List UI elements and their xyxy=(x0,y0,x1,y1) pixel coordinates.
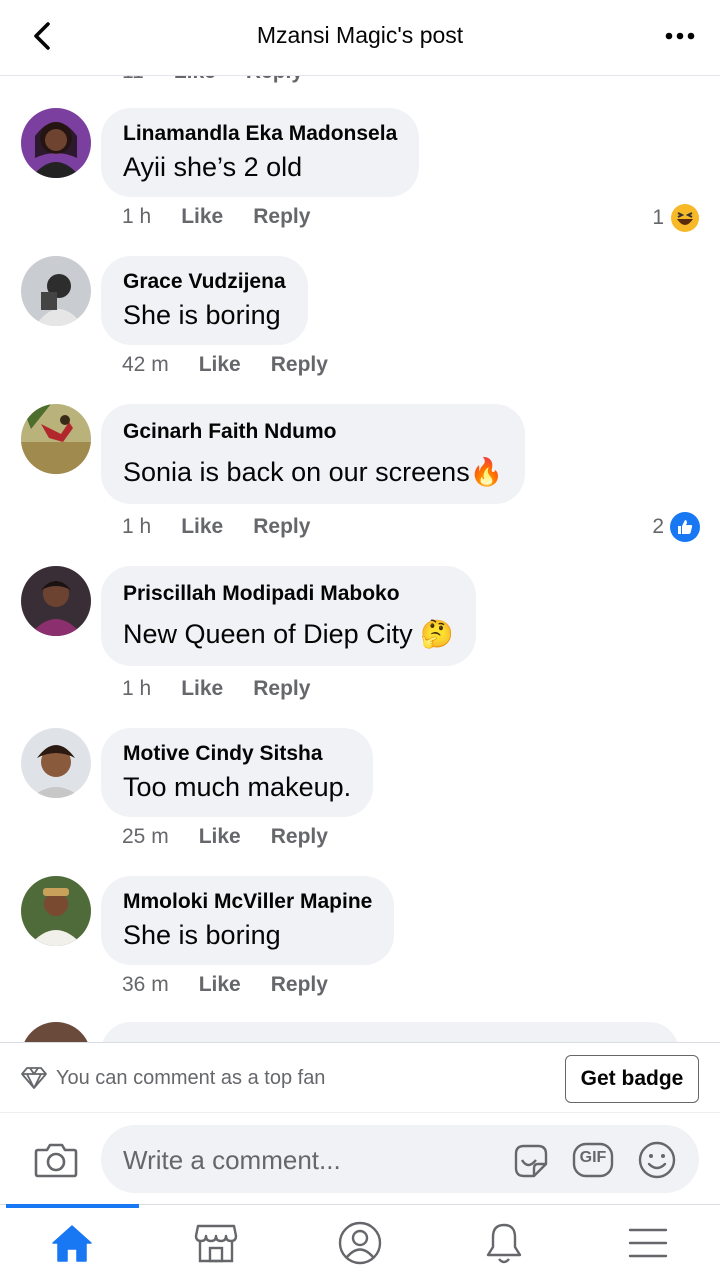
tab-marketplace[interactable] xyxy=(144,1205,288,1280)
comment-actions: 25 m Like Reply xyxy=(122,825,358,849)
smiley-icon xyxy=(638,1141,676,1179)
partial-comment-meta: 11 Like Reply xyxy=(122,76,303,84)
tab-home[interactable] xyxy=(0,1204,144,1280)
comment-actions: 42 m Like Reply xyxy=(122,353,358,377)
top-fan-text: You can comment as a top fan xyxy=(56,1067,326,1089)
reaction-count: 1 xyxy=(652,206,664,229)
avatar[interactable] xyxy=(21,566,91,636)
reply-button[interactable]: Reply xyxy=(271,353,328,377)
reply-button[interactable]: Reply xyxy=(253,515,310,539)
comment-bubble[interactable]: Linamandla Eka Madonsela Ayii she’s 2 ol… xyxy=(101,108,420,197)
tab-profile[interactable] xyxy=(288,1205,432,1280)
comment-text: She is boring xyxy=(123,300,281,330)
camera-icon xyxy=(34,1143,78,1178)
camera-button[interactable] xyxy=(32,1135,80,1183)
avatar[interactable] xyxy=(21,256,91,326)
avatar[interactable] xyxy=(21,876,91,946)
like-button[interactable]: Like xyxy=(181,677,223,701)
comment-actions: 1 h Like Reply xyxy=(122,677,340,701)
avatar[interactable] xyxy=(21,728,91,798)
gif-label: GIF xyxy=(579,1149,607,1166)
diamond-icon xyxy=(21,1067,47,1089)
comment-bubble[interactable]: Priscillah Modipadi Maboko New Queen of … xyxy=(101,566,476,666)
comment-text: Sonia is back on our screens🔥 xyxy=(123,457,504,487)
comment-time: 1 h xyxy=(122,677,152,700)
comment-time: 1 h xyxy=(122,205,152,228)
reaction-summary[interactable]: 1 xyxy=(652,203,700,233)
reply-button[interactable]: Reply xyxy=(271,825,328,849)
like-button[interactable]: Like xyxy=(174,76,216,84)
reply-button[interactable]: Reply xyxy=(253,205,310,229)
reply-button[interactable]: Reply xyxy=(271,973,328,997)
like-thumbs-up-icon xyxy=(670,512,700,542)
like-button[interactable]: Like xyxy=(199,353,241,377)
comment-composer: Write a comment... GIF xyxy=(0,1112,720,1204)
comment-text: Too much makeup. xyxy=(123,772,352,802)
comment-bubble[interactable]: Grace Vudzijena She is boring xyxy=(101,256,308,345)
comment-text: She is boring xyxy=(123,920,281,950)
comment-time: 36 m xyxy=(122,973,169,996)
comment-actions: 1 h Like Reply xyxy=(122,205,340,229)
home-icon xyxy=(52,1225,92,1262)
like-button[interactable]: Like xyxy=(181,205,223,229)
comment-time: 42 m xyxy=(122,353,169,376)
emoji-button[interactable] xyxy=(636,1139,678,1181)
get-badge-button[interactable]: Get badge xyxy=(565,1055,699,1103)
comment-author[interactable]: Priscillah Modipadi Maboko xyxy=(123,582,454,606)
top-bar: Mzansi Magic's post xyxy=(0,0,720,76)
avatar[interactable] xyxy=(21,108,91,178)
comment-time: 1 h xyxy=(122,515,152,538)
comment-bubble[interactable]: Gcinarh Faith Ndumo Sonia is back on our… xyxy=(101,404,526,504)
comment-author[interactable]: Mmoloki McViller Mapine xyxy=(123,890,372,914)
more-options-button[interactable] xyxy=(658,18,702,54)
like-button[interactable]: Like xyxy=(181,515,223,539)
more-horizontal-icon xyxy=(665,32,695,40)
comment-actions: 1 h Like Reply xyxy=(122,515,340,539)
like-button[interactable]: Like xyxy=(199,973,241,997)
marketplace-icon xyxy=(194,1224,238,1263)
avatar[interactable] xyxy=(21,404,91,474)
sticker-icon xyxy=(514,1144,548,1178)
comment-time: 11 xyxy=(122,76,144,84)
tab-notifications[interactable] xyxy=(432,1205,576,1280)
reply-button[interactable]: Reply xyxy=(246,76,303,84)
notifications-bell-icon xyxy=(486,1223,522,1264)
comment-author[interactable]: Gcinarh Faith Ndumo xyxy=(123,420,503,444)
comment-input-placeholder: Write a comment... xyxy=(123,1145,341,1175)
profile-icon xyxy=(338,1221,382,1265)
comment-bubble[interactable]: Motive Cindy Sitsha Too much makeup. xyxy=(101,728,374,817)
comment-input[interactable]: Write a comment... GIF xyxy=(101,1125,699,1193)
gif-button[interactable]: GIF xyxy=(572,1139,614,1181)
comment-text: Ayii she’s 2 old xyxy=(123,152,303,182)
reaction-count: 2 xyxy=(652,515,664,538)
page-title: Mzansi Magic's post xyxy=(256,22,464,48)
tab-menu[interactable] xyxy=(576,1205,720,1280)
sticker-button[interactable] xyxy=(509,1139,551,1181)
bottom-tab-bar xyxy=(0,1204,720,1280)
reaction-summary[interactable]: 2 xyxy=(652,512,700,542)
comment-author[interactable]: Grace Vudzijena xyxy=(123,270,286,294)
comment-bubble[interactable]: Mmoloki McViller Mapine She is boring xyxy=(101,876,395,965)
comment-author[interactable]: Linamandla Eka Madonsela xyxy=(123,122,397,146)
comment-text: New Queen of Diep City 🤔 xyxy=(123,619,454,649)
menu-icon xyxy=(628,1228,668,1258)
avatar[interactable] xyxy=(21,1022,91,1042)
comments-list: 11 Like Reply Linamandla Eka Madonsela A… xyxy=(0,76,720,1042)
comment-time: 25 m xyxy=(122,825,169,848)
comment-author[interactable]: Motive Cindy Sitsha xyxy=(123,742,351,766)
haha-emoji-icon xyxy=(670,203,700,233)
top-fan-banner: You can comment as a top fan Get badge xyxy=(0,1042,720,1112)
comment-bubble[interactable] xyxy=(101,1022,679,1042)
like-button[interactable]: Like xyxy=(199,825,241,849)
reply-button[interactable]: Reply xyxy=(253,677,310,701)
comment-actions: 36 m Like Reply xyxy=(122,973,358,997)
